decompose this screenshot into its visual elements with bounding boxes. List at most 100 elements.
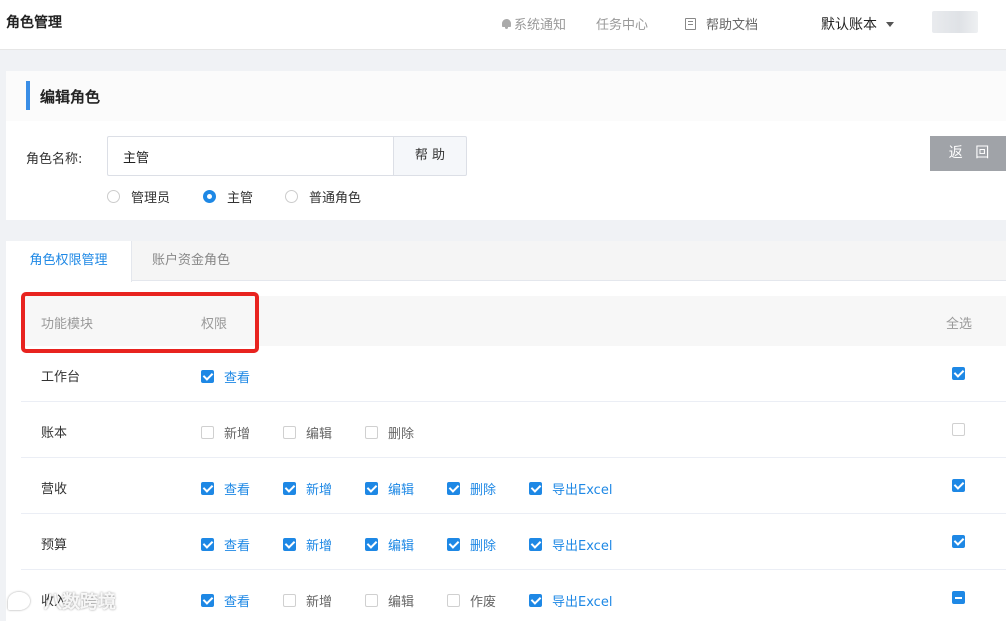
perm-label: 查看 [224, 371, 251, 386]
select-all-checkbox[interactable] [952, 535, 975, 552]
perm-checkbox[interactable]: 导出Excel [529, 479, 612, 498]
perm-label: 查看 [224, 539, 251, 554]
watermark-logo-icon [8, 592, 30, 610]
checkbox-unchecked [201, 426, 214, 439]
radio-label: 主管 [227, 191, 254, 206]
checkbox-checked [952, 479, 965, 492]
perm-checkbox[interactable]: 作废 [447, 591, 496, 610]
perm-checkbox[interactable]: 查看 [201, 535, 250, 554]
module-name: 工作台 [41, 370, 81, 385]
perm-checkbox[interactable]: 查看 [201, 367, 250, 386]
perm-label: 查看 [224, 483, 251, 498]
perm-checkbox[interactable]: 查看 [201, 591, 250, 610]
perm-checkbox[interactable]: 编辑 [365, 591, 414, 610]
perm-label: 作废 [470, 595, 497, 610]
radio-circle-selected [203, 190, 216, 203]
perm-checkbox[interactable]: 新增 [283, 591, 332, 610]
perm-label: 编辑 [388, 595, 415, 610]
perm-label: 导出Excel [552, 483, 613, 498]
role-radio-normal[interactable]: 普通角色 [285, 187, 361, 206]
perm-label: 新增 [306, 539, 333, 554]
checkbox-checked [365, 482, 378, 495]
perm-checkbox[interactable]: 编辑 [365, 535, 414, 554]
edit-role-heading: 编辑角色 [40, 88, 101, 106]
top-bar: 角色管理 系统通知 任务中心 帮助文档 默认账本 [0, 0, 1006, 50]
caret-down-icon [886, 22, 894, 27]
help-docs-label: 帮助文档 [706, 18, 759, 33]
help-docs-link[interactable]: 帮助文档 [685, 14, 758, 33]
checkbox-checked [529, 482, 542, 495]
tab-bar: 角色权限管理 账户资金角色 [6, 241, 1006, 282]
role-radio-admin[interactable]: 管理员 [107, 187, 170, 206]
role-name-label: 角色名称: [26, 152, 83, 167]
checkbox-checked [201, 594, 214, 607]
checkbox-unchecked [447, 594, 460, 607]
checkbox-unchecked [365, 426, 378, 439]
account-label: 默认账本 [821, 17, 877, 33]
perm-checkbox[interactable]: 删除 [365, 423, 414, 442]
tab-account-fund-roles[interactable]: 账户资金角色 [132, 241, 250, 281]
perm-label: 导出Excel [552, 595, 613, 610]
system-notice-link[interactable]: 系统通知 [501, 14, 566, 33]
perm-checkbox[interactable]: 编辑 [283, 423, 332, 442]
checkbox-checked [201, 482, 214, 495]
checkbox-indeterminate [952, 591, 965, 604]
perm-checkbox[interactable]: 导出Excel [529, 591, 612, 610]
checkbox-unchecked [952, 423, 965, 436]
task-center-link[interactable]: 任务中心 [596, 14, 648, 33]
checkbox-unchecked [365, 594, 378, 607]
radio-circle [285, 190, 298, 203]
heading-accent-bar [26, 81, 30, 110]
perm-label: 删除 [470, 483, 497, 498]
select-all-checkbox[interactable] [952, 479, 975, 496]
table-row: 账本 新增 编辑 删除 [21, 402, 1006, 458]
perm-label: 删除 [388, 427, 415, 442]
checkbox-checked [283, 538, 296, 551]
checkbox-checked [952, 367, 965, 380]
checkbox-checked [283, 482, 296, 495]
perm-label: 查看 [224, 595, 251, 610]
perm-checkbox[interactable]: 查看 [201, 479, 250, 498]
help-button[interactable]: 帮 助 [393, 136, 467, 176]
radio-label: 管理员 [131, 191, 171, 206]
avatar[interactable] [932, 11, 978, 33]
watermark-text: 八数跨境 [44, 592, 116, 613]
perm-label: 编辑 [388, 539, 415, 554]
perm-checkbox[interactable]: 新增 [283, 479, 332, 498]
checkbox-unchecked [283, 594, 296, 607]
perm-label: 编辑 [388, 483, 415, 498]
checkbox-checked [447, 538, 460, 551]
role-name-input[interactable] [107, 136, 394, 176]
radio-label: 普通角色 [309, 191, 362, 206]
select-all-checkbox[interactable] [952, 423, 975, 440]
edit-role-panel: 编辑角色 角色名称: 帮 助 返 回 管理员 主管 普通角色 [6, 71, 1006, 220]
role-radio-supervisor[interactable]: 主管 [203, 187, 253, 206]
account-dropdown[interactable]: 默认账本 [821, 14, 894, 34]
perm-label: 导出Excel [552, 539, 613, 554]
checkbox-checked [529, 538, 542, 551]
checkbox-checked [365, 538, 378, 551]
task-center-label: 任务中心 [596, 18, 649, 33]
table-row: 预算 查看 新增 编辑 删除 导出Excel [21, 514, 1006, 570]
system-notice-label: 系统通知 [514, 18, 567, 33]
back-button[interactable]: 返 回 [930, 136, 1006, 171]
perm-checkbox[interactable]: 删除 [447, 479, 496, 498]
perm-checkbox[interactable]: 新增 [283, 535, 332, 554]
panel-header [6, 71, 1006, 121]
tab-role-permissions[interactable]: 角色权限管理 [6, 241, 132, 282]
perm-checkbox[interactable]: 编辑 [365, 479, 414, 498]
checkbox-checked [952, 535, 965, 548]
watermark: 八数跨境 [8, 588, 116, 614]
table-row: 工作台 查看 [21, 346, 1006, 402]
perm-checkbox[interactable]: 删除 [447, 535, 496, 554]
checkbox-checked [201, 538, 214, 551]
perm-checkbox[interactable]: 新增 [201, 423, 250, 442]
perm-label: 删除 [470, 539, 497, 554]
select-all-checkbox[interactable] [952, 591, 975, 608]
perm-label: 编辑 [306, 427, 333, 442]
perm-checkbox[interactable]: 导出Excel [529, 535, 612, 554]
select-all-checkbox[interactable] [952, 367, 975, 384]
perm-label: 新增 [224, 427, 251, 442]
perm-label: 新增 [306, 483, 333, 498]
header-select-all: 全选 [946, 317, 973, 332]
